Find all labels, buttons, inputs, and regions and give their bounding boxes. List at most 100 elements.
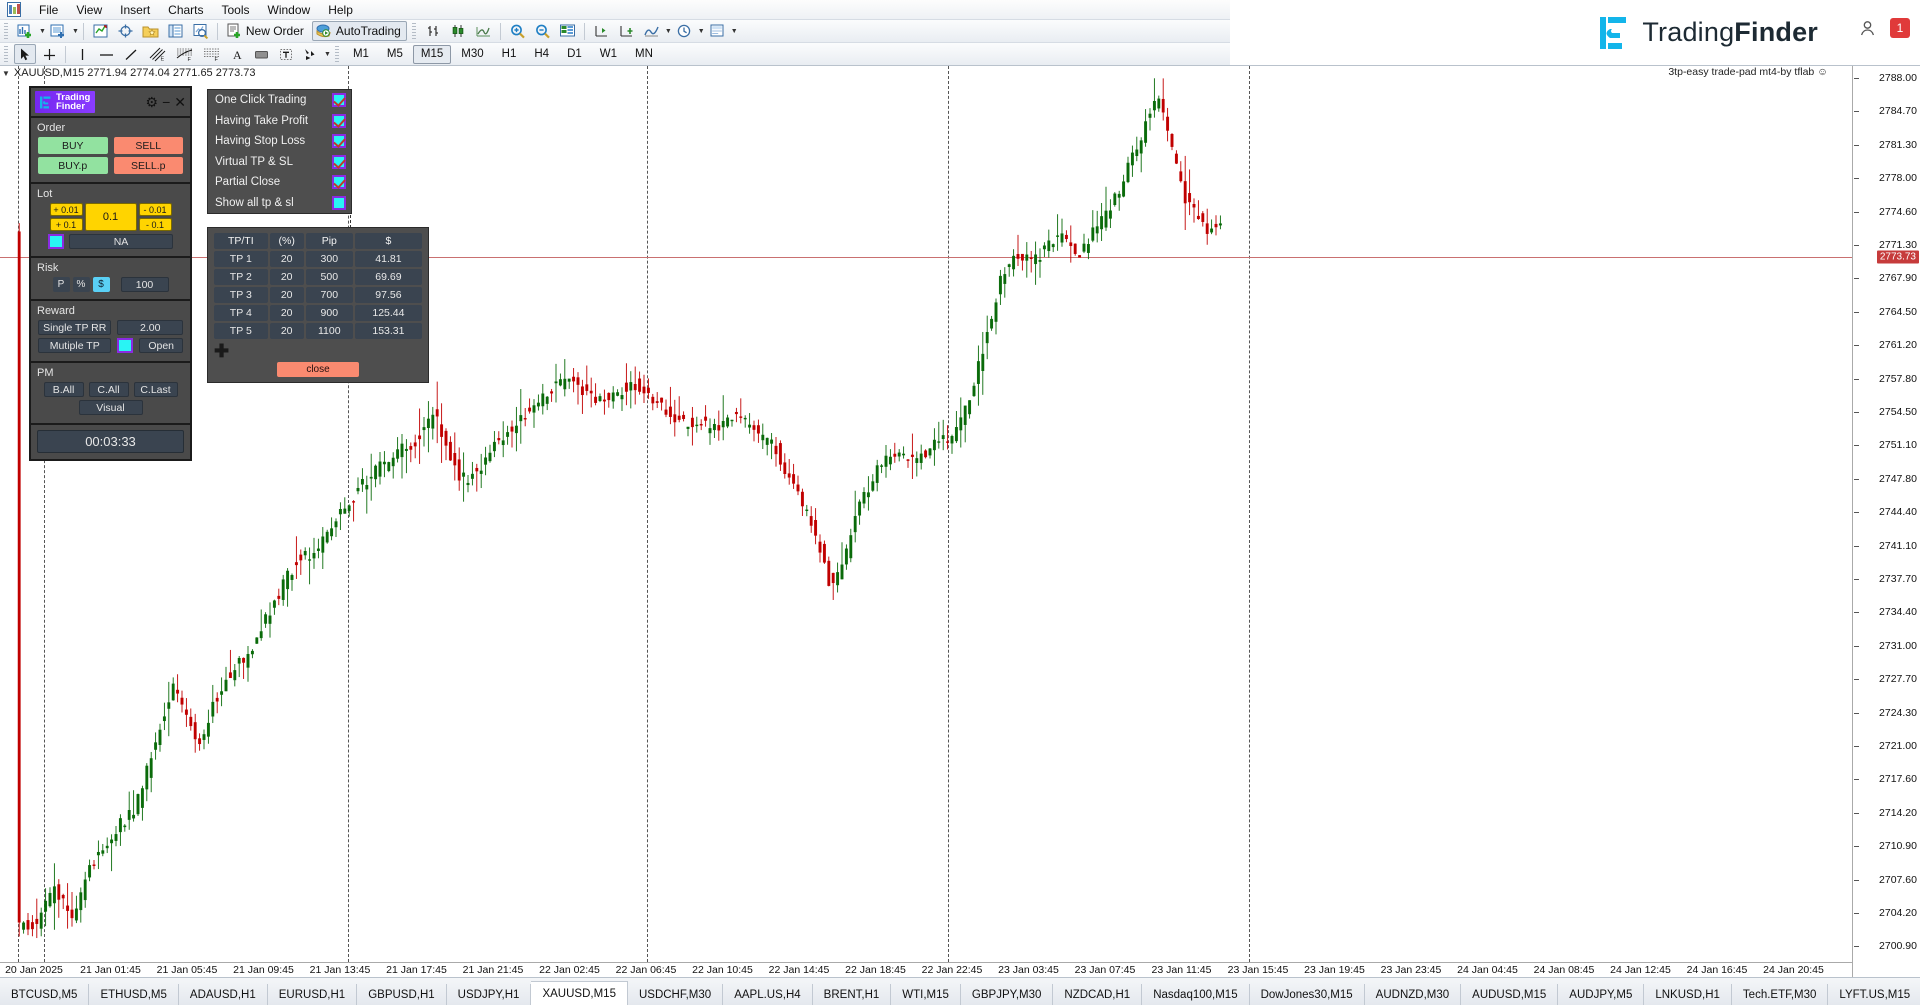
- timeframe-h1[interactable]: H1: [494, 45, 525, 64]
- tp-level-cell[interactable]: TP 1: [214, 251, 268, 267]
- buy-button[interactable]: BUY: [38, 137, 108, 154]
- menu-item-insert[interactable]: Insert: [111, 1, 159, 19]
- tp-table-row[interactable]: TP 420900125.44: [214, 305, 422, 321]
- visual-button[interactable]: Visual: [79, 400, 143, 415]
- chart-tab[interactable]: LYFT.US,M15: [1828, 984, 1920, 1005]
- chart-tab[interactable]: Tech.ETF,M30: [1732, 984, 1829, 1005]
- menu-item-view[interactable]: View: [67, 1, 111, 19]
- trendline-tool[interactable]: [120, 44, 143, 64]
- lot-minus-01-button[interactable]: - 0.1: [139, 218, 172, 231]
- templates-dropdown-caret[interactable]: ▼: [731, 28, 738, 35]
- chart-tab[interactable]: GBPUSD,H1: [357, 984, 446, 1005]
- letter-a-text-tool[interactable]: A: [226, 44, 248, 64]
- menu-item-tools[interactable]: Tools: [213, 1, 259, 19]
- add-tp-row[interactable]: ✚: [212, 341, 424, 360]
- chart-tab[interactable]: BTCUSD,M5: [0, 984, 89, 1005]
- checkbox-having-stop-loss[interactable]: [332, 134, 346, 148]
- collapse-triangle-icon[interactable]: ▼: [2, 69, 10, 78]
- chart-tab[interactable]: DowJones30,M15: [1250, 984, 1365, 1005]
- timeframe-w1[interactable]: W1: [592, 45, 625, 64]
- lot-minus-001-button[interactable]: - 0.01: [139, 203, 172, 216]
- crosshair-tool[interactable]: [38, 44, 60, 64]
- profiles-dropdown-caret[interactable]: ▼: [72, 28, 79, 35]
- strategy-tester-button[interactable]: [189, 21, 212, 41]
- arrow-cursor-tool[interactable]: [14, 44, 36, 64]
- checkbox-virtual-tp-sl[interactable]: [332, 155, 346, 169]
- tp-usd-cell[interactable]: 153.31: [355, 323, 422, 339]
- time-axis[interactable]: 20 Jan 202521 Jan 01:4521 Jan 05:4521 Ja…: [0, 962, 1852, 977]
- timeframe-grip[interactable]: [334, 46, 341, 63]
- chart-tab[interactable]: WTI,M15: [891, 984, 961, 1005]
- lot-na-field[interactable]: NA: [69, 234, 173, 249]
- drawing-toolbar-grip[interactable]: [3, 46, 10, 63]
- open-button[interactable]: Open: [139, 338, 183, 353]
- fibonacci-retracement-tool[interactable]: F: [172, 44, 197, 64]
- risk-mode-percent-button[interactable]: %: [73, 277, 90, 292]
- arrows-tool[interactable]: [299, 44, 322, 64]
- rr-value-field[interactable]: 2.00: [117, 320, 183, 335]
- chart-tab[interactable]: AUDNZD,M30: [1365, 984, 1461, 1005]
- tp-table-row[interactable]: TP 22050069.69: [214, 269, 422, 285]
- autotrading-button[interactable]: AutoTrading: [312, 21, 407, 41]
- chart-tab[interactable]: GBPJPY,M30: [961, 984, 1053, 1005]
- plus-icon[interactable]: ✚: [214, 344, 229, 358]
- take-profit-table-panel[interactable]: TP/TI(%)Pip$TP 12030041.81TP 22050069.69…: [207, 227, 429, 383]
- timeframe-m1[interactable]: M1: [345, 45, 377, 64]
- person-icon[interactable]: [1859, 20, 1876, 37]
- vertical-line-tool[interactable]: [71, 44, 93, 64]
- gear-icon[interactable]: ⚙: [146, 96, 159, 108]
- single-tp-rr-button[interactable]: Single TP RR: [38, 320, 111, 335]
- zoom-out-button[interactable]: [531, 21, 554, 41]
- settings-panel[interactable]: One Click Trading Having Take Profit Hav…: [207, 89, 352, 214]
- risk-mode-dollar-button[interactable]: $: [93, 277, 110, 292]
- sell-button[interactable]: SELL: [114, 137, 184, 154]
- horizontal-line-tool[interactable]: [95, 44, 118, 64]
- menu-item-file[interactable]: File: [30, 1, 67, 19]
- tp-percent-cell[interactable]: 20: [270, 251, 304, 267]
- chart-shift-button[interactable]: [615, 21, 638, 41]
- new-order-button[interactable]: New Order: [223, 21, 310, 41]
- line-chart-button[interactable]: [472, 21, 495, 41]
- tp-percent-cell[interactable]: 20: [270, 269, 304, 285]
- chart-tab[interactable]: NZDCAD,H1: [1053, 984, 1142, 1005]
- fibonacci-expansion-tool[interactable]: F: [199, 44, 224, 64]
- chart-tab[interactable]: EURUSD,H1: [268, 984, 357, 1005]
- periods-button[interactable]: [673, 21, 696, 41]
- minimize-icon[interactable]: −: [162, 96, 170, 108]
- toolbar-grip-2[interactable]: [411, 23, 418, 40]
- tp-table-row[interactable]: TP 12030041.81: [214, 251, 422, 267]
- risk-mode-p-button[interactable]: P: [53, 277, 70, 292]
- chart-tab[interactable]: AUDJPY,M5: [1558, 984, 1644, 1005]
- tp-pip-cell[interactable]: 500: [306, 269, 353, 285]
- close-table-button[interactable]: close: [277, 362, 359, 377]
- setting-row-partial-close[interactable]: Partial Close: [208, 172, 351, 193]
- arrows-dropdown-caret[interactable]: ▼: [324, 51, 331, 58]
- price-axis[interactable]: 2788.002784.702781.302778.002774.602771.…: [1852, 66, 1920, 977]
- zoom-in-button[interactable]: [506, 21, 529, 41]
- buy-all-button[interactable]: B.All: [44, 382, 84, 397]
- tp-usd-cell[interactable]: 41.81: [355, 251, 422, 267]
- chart-tab[interactable]: AUDUSD,M15: [1461, 984, 1558, 1005]
- templates-button[interactable]: [706, 21, 729, 41]
- close-icon[interactable]: ✕: [174, 96, 186, 108]
- chart-tab[interactable]: ETHUSD,M5: [89, 984, 178, 1005]
- periods-dropdown-caret[interactable]: ▼: [698, 28, 705, 35]
- chart-tab[interactable]: AAPL.US,H4: [723, 984, 812, 1005]
- setting-row-having-take-profit[interactable]: Having Take Profit: [208, 111, 351, 132]
- menu-item-charts[interactable]: Charts: [159, 1, 212, 19]
- tp-usd-cell[interactable]: 69.69: [355, 269, 422, 285]
- auto-scroll-button[interactable]: [590, 21, 613, 41]
- data-window-button[interactable]: [114, 21, 137, 41]
- sell-pending-button[interactable]: SELL.p: [114, 157, 184, 174]
- chart-tab[interactable]: Nasdaq100,M15: [1142, 984, 1249, 1005]
- new-chart-dropdown-caret[interactable]: ▼: [39, 28, 46, 35]
- tp-pip-cell[interactable]: 1100: [306, 323, 353, 339]
- candlestick-chart-button[interactable]: [447, 21, 470, 41]
- multiple-tp-checkbox[interactable]: [117, 338, 133, 353]
- timeframe-mn[interactable]: MN: [627, 45, 661, 64]
- timeframe-m5[interactable]: M5: [379, 45, 411, 64]
- tp-usd-cell[interactable]: 97.56: [355, 287, 422, 303]
- market-watch-button[interactable]: [89, 21, 112, 41]
- checkbox-one-click-trading[interactable]: [332, 93, 346, 107]
- chart-tab[interactable]: XAUUSD,M15: [531, 981, 628, 1005]
